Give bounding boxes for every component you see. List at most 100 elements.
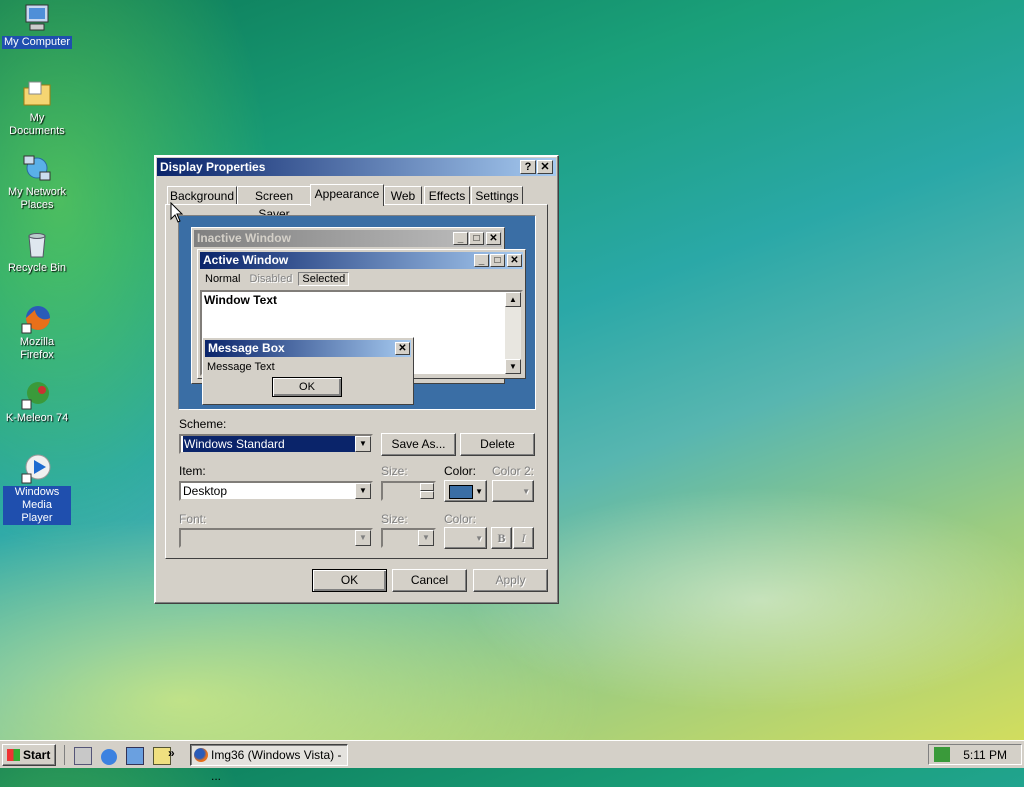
- chevron-down-icon: ▼: [522, 487, 530, 496]
- cancel-button[interactable]: Cancel: [392, 569, 467, 592]
- save-as-button[interactable]: Save As...: [381, 433, 456, 456]
- media-player-icon: [21, 452, 53, 484]
- desktop-icon-label: My Documents: [9, 112, 65, 137]
- item-color-button[interactable]: ▼: [444, 480, 487, 502]
- firefox-icon: [194, 748, 208, 762]
- color-swatch: [449, 485, 473, 499]
- tab-web[interactable]: Web: [384, 186, 422, 204]
- size-label: Size:: [381, 464, 408, 478]
- item-select[interactable]: Desktop ▼: [179, 481, 373, 501]
- italic-button: I: [513, 527, 534, 549]
- preview-scrollbar: ▲ ▼: [505, 292, 521, 374]
- taskbar-item-img36[interactable]: Img36 (Windows Vista) - ...: [190, 744, 348, 783]
- dialog-titlebar[interactable]: Display Properties ? ✕: [157, 158, 556, 176]
- preview-inactive-titlebar: Inactive Window _ □ ✕: [194, 230, 502, 247]
- close-icon: ✕: [395, 342, 410, 355]
- desktop-icon-my-computer[interactable]: My Computer: [0, 2, 74, 49]
- desktop-icon-label: Recycle Bin: [7, 262, 67, 274]
- close-icon: ✕: [486, 232, 501, 245]
- tab-settings[interactable]: Settings: [471, 186, 523, 204]
- desktop-icon-label: Windows Media Player: [3, 486, 71, 525]
- desktop-icon-recycle-bin[interactable]: Recycle Bin: [0, 228, 74, 275]
- spinner-up-icon: [420, 483, 434, 491]
- scheme-select[interactable]: Windows Standard ▼: [179, 434, 373, 454]
- quick-launch-chevron[interactable]: »: [168, 746, 175, 760]
- start-button[interactable]: Start: [2, 744, 56, 766]
- font-size-label: Size:: [381, 512, 408, 526]
- quick-launch: [64, 745, 174, 765]
- desktop-icon-label: My Network Places: [7, 186, 67, 211]
- font-color-label: Color:: [444, 512, 477, 526]
- chevron-down-icon[interactable]: ▼: [355, 483, 371, 499]
- desktop-icon-label: K-Meleon 74: [5, 412, 69, 424]
- desktop-icon-my-documents[interactable]: My Documents: [0, 78, 74, 138]
- clock[interactable]: 5:11 PM: [963, 748, 1007, 762]
- dialog-title: Display Properties: [160, 160, 266, 174]
- start-label: Start: [23, 748, 51, 762]
- network-tray-icon[interactable]: [934, 747, 950, 762]
- ok-button[interactable]: OK: [312, 569, 387, 592]
- scheme-value: Windows Standard: [183, 436, 356, 452]
- windows-logo-icon: [7, 749, 20, 761]
- folder-icon: [21, 78, 53, 110]
- tab-screen-saver[interactable]: Screen Saver: [237, 186, 311, 221]
- delete-button[interactable]: Delete: [460, 433, 535, 456]
- item-value: Desktop: [183, 484, 228, 498]
- font-label: Font:: [179, 512, 207, 526]
- maximize-icon: □: [490, 254, 505, 267]
- recycle-bin-icon: [21, 228, 53, 260]
- preview-msgbox-titlebar: Message Box ✕: [205, 340, 411, 357]
- show-desktop-icon[interactable]: [74, 747, 92, 765]
- preview-menu: Normal Disabled Selected: [202, 271, 350, 287]
- desktop-icon-label: Mozilla Firefox: [19, 336, 55, 361]
- close-icon: ✕: [507, 254, 522, 267]
- desktop-icon-my-network-places[interactable]: My Network Places: [0, 152, 74, 212]
- k-meleon-icon: [21, 378, 53, 410]
- firefox-icon: [21, 302, 53, 334]
- preview-window-text: Window Text: [204, 293, 277, 307]
- desktop-icon-label: My Computer: [1, 36, 73, 49]
- font-select: ▼: [179, 528, 373, 548]
- menu-normal: Normal: [205, 273, 241, 285]
- menu-selected: Selected: [298, 272, 350, 286]
- system-tray: 5:11 PM: [928, 744, 1022, 765]
- appearance-preview[interactable]: Inactive Window _ □ ✕ Active Window _ □ …: [178, 215, 536, 410]
- computer-icon: [21, 2, 53, 34]
- desktop-icon-mozilla-firefox[interactable]: Mozilla Firefox: [0, 302, 74, 362]
- item-color2-button: ▼: [492, 480, 534, 502]
- scheme-label: Scheme:: [179, 417, 227, 431]
- color2-label: Color 2:: [492, 464, 535, 478]
- desktop-icon-windows-media-player[interactable]: Windows Media Player: [0, 452, 74, 525]
- chevron-down-icon: ▼: [475, 487, 483, 496]
- item-label: Item:: [179, 464, 206, 478]
- taskbar: Start » Img36 (Windows Vista) - ... 5:11…: [0, 740, 1024, 783]
- color-label: Color:: [444, 464, 477, 478]
- tab-appearance[interactable]: Appearance: [310, 184, 384, 206]
- outlook-express-icon[interactable]: [126, 747, 145, 765]
- preview-active-titlebar: Active Window _ □ ✕: [200, 252, 523, 269]
- minimize-icon: _: [474, 254, 489, 267]
- minimize-icon: _: [453, 232, 468, 245]
- taskbar-item-label: Img36 (Windows Vista) - ...: [211, 748, 342, 783]
- internet-explorer-icon[interactable]: [101, 749, 118, 765]
- preview-ok-button: OK: [272, 377, 342, 397]
- font-color-button: ▼: [444, 527, 487, 549]
- preview-message-box: Message Box ✕ Message Text OK: [202, 337, 414, 405]
- item-size-spinner: [381, 481, 436, 501]
- bold-button: B: [491, 527, 512, 549]
- chevron-down-icon: ▼: [355, 530, 371, 546]
- spinner-down-icon: [420, 491, 434, 499]
- scroll-down-icon: ▼: [505, 359, 521, 374]
- tab-effects[interactable]: Effects: [424, 186, 470, 204]
- chevron-down-icon[interactable]: ▼: [355, 436, 371, 452]
- close-button[interactable]: ✕: [537, 160, 553, 174]
- network-icon: [21, 152, 53, 184]
- font-size-select: ▼: [381, 528, 436, 548]
- chevron-down-icon: ▼: [475, 534, 483, 543]
- scroll-up-icon: ▲: [505, 292, 521, 307]
- apply-button[interactable]: Apply: [473, 569, 548, 592]
- menu-disabled: Disabled: [249, 273, 293, 285]
- help-button[interactable]: ?: [520, 160, 536, 174]
- desktop-icon-k-meleon[interactable]: K-Meleon 74: [0, 378, 74, 425]
- mouse-cursor-icon: [170, 202, 184, 223]
